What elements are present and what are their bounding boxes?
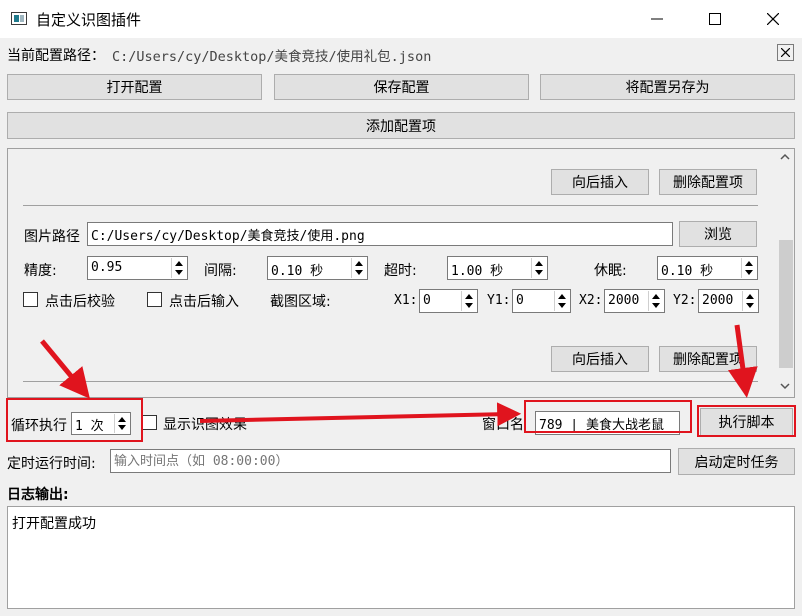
image-path-label: 图片路径 — [24, 229, 80, 245]
input-after-click-label: 点击后输入 — [169, 294, 239, 310]
timeout-label: 超时: — [384, 263, 417, 279]
sleep-value: 0.10 秒 — [661, 264, 714, 279]
verify-after-click-checkbox[interactable] — [23, 292, 38, 307]
x2-label: X2: — [579, 293, 603, 308]
save-config-as-button[interactable]: 将配置另存为 — [540, 74, 795, 100]
precision-label: 精度: — [24, 263, 57, 279]
x1-value: 0 — [423, 293, 431, 308]
spin-down-icon[interactable] — [535, 270, 543, 275]
item-divider — [23, 205, 758, 206]
close-icon — [781, 48, 790, 57]
close-button[interactable] — [744, 0, 802, 38]
insert-after-button[interactable]: 向后插入 — [551, 346, 649, 372]
sleep-label: 休眠: — [594, 263, 627, 279]
y1-value: 0 — [516, 293, 524, 308]
spin-down-icon[interactable] — [175, 270, 183, 275]
spin-up-icon[interactable] — [175, 261, 183, 266]
config-path-label: 当前配置路径： — [7, 48, 105, 64]
spin-up-icon[interactable] — [558, 294, 566, 299]
interval-value: 0.10 秒 — [271, 264, 324, 279]
minimize-icon — [651, 18, 663, 20]
spin-down-icon[interactable] — [558, 303, 566, 308]
add-config-item-button[interactable]: 添加配置项 — [7, 112, 795, 139]
x1-spinbox[interactable]: 0 — [419, 289, 478, 313]
annotation-loop-box — [6, 398, 143, 442]
capture-region-label: 截图区域: — [270, 294, 331, 310]
log-line: 打开配置成功 — [12, 516, 96, 532]
schedule-time-input[interactable] — [110, 449, 671, 473]
y1-spinbox[interactable]: 0 — [512, 289, 571, 313]
image-path-input[interactable]: C:/Users/cy/Desktop/美食竞技/使用.png — [87, 222, 673, 246]
delete-config-item-button[interactable]: 删除配置项 — [659, 169, 757, 195]
maximize-button[interactable] — [686, 0, 744, 38]
spin-down-icon[interactable] — [652, 303, 660, 308]
browse-button[interactable]: 浏览 — [679, 221, 757, 247]
annotation-window-name-box — [524, 400, 692, 433]
save-config-button[interactable]: 保存配置 — [274, 74, 529, 100]
y2-value: 2000 — [702, 293, 734, 308]
x2-spinbox[interactable]: 2000 — [604, 289, 665, 313]
delete-config-item-button[interactable]: 删除配置项 — [659, 346, 757, 372]
spin-up-icon[interactable] — [465, 294, 473, 299]
spin-down-icon[interactable] — [355, 270, 363, 275]
precision-value: 0.95 — [91, 260, 123, 275]
input-after-click-checkbox[interactable] — [147, 292, 162, 307]
y1-label: Y1: — [487, 293, 511, 308]
maximize-icon — [709, 13, 721, 25]
y2-spinbox[interactable]: 2000 — [698, 289, 759, 313]
show-effect-label: 显示识图效果 — [163, 417, 247, 433]
annotation-execute-box — [697, 405, 796, 437]
scrollbar-thumb[interactable] — [779, 240, 793, 368]
log-title: 日志输出: — [7, 487, 69, 503]
timeout-value: 1.00 秒 — [451, 264, 504, 279]
spin-up-icon[interactable] — [745, 261, 753, 266]
spin-down-icon[interactable] — [745, 270, 753, 275]
spin-down-icon[interactable] — [746, 303, 754, 308]
interval-label: 间隔: — [204, 263, 237, 279]
scroll-up-icon[interactable] — [780, 153, 790, 161]
schedule-label: 定时运行时间: — [7, 456, 96, 472]
timeout-spinbox[interactable]: 1.00 秒 — [447, 256, 548, 280]
scroll-down-icon[interactable] — [780, 382, 790, 390]
spin-up-icon[interactable] — [746, 294, 754, 299]
spin-up-icon[interactable] — [355, 261, 363, 266]
x2-value: 2000 — [608, 293, 640, 308]
window-name-label: 窗口名 — [482, 417, 524, 433]
window-title: 自定义识图插件 — [36, 11, 142, 29]
x1-label: X1: — [394, 293, 418, 308]
precision-spinbox[interactable]: 0.95 — [87, 256, 188, 280]
open-config-button[interactable]: 打开配置 — [7, 74, 262, 100]
verify-after-click-label: 点击后校验 — [45, 294, 115, 310]
config-path-value: C:/Users/cy/Desktop/美食竞技/使用礼包.json — [112, 49, 432, 65]
y2-label: Y2: — [673, 293, 697, 308]
sleep-spinbox[interactable]: 0.10 秒 — [657, 256, 758, 280]
app-icon — [11, 12, 27, 25]
start-schedule-button[interactable]: 启动定时任务 — [678, 448, 795, 475]
show-effect-checkbox[interactable] — [142, 415, 157, 430]
insert-after-button[interactable]: 向后插入 — [551, 169, 649, 195]
item-divider — [23, 381, 758, 382]
minimize-button[interactable] — [628, 0, 686, 38]
clear-path-button[interactable] — [777, 44, 794, 61]
spin-up-icon[interactable] — [652, 294, 660, 299]
interval-spinbox[interactable]: 0.10 秒 — [267, 256, 368, 280]
log-output-area[interactable]: 打开配置成功 — [7, 506, 795, 609]
spin-down-icon[interactable] — [465, 303, 473, 308]
close-icon — [767, 13, 779, 25]
spin-up-icon[interactable] — [535, 261, 543, 266]
